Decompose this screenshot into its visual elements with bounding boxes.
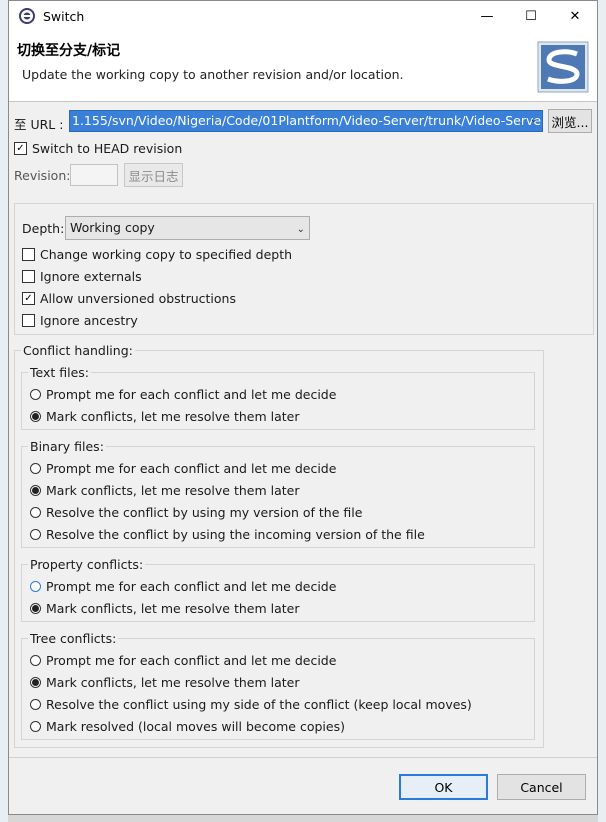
cancel-button[interactable]: Cancel [497,774,586,800]
tree-mark-radio[interactable]: Mark conflicts, let me resolve them late… [30,675,299,690]
checkbox-box [22,248,35,261]
radio-circle [30,411,41,422]
title-bar[interactable]: Switch — ☐ ✕ [9,1,597,31]
radio-circle [30,529,41,540]
radio-label: Mark resolved (local moves will become c… [46,719,345,734]
radio-label: Prompt me for each conflict and let me d… [46,387,337,402]
close-icon: ✕ [569,8,581,24]
revision-label: Revision: [14,168,71,183]
binary-files-title: Binary files: [28,439,106,454]
chevron-down-icon[interactable]: ⌄ [530,114,538,125]
radio-label: Resolve the conflict by using the incomi… [46,527,425,542]
minimize-button[interactable]: — [465,1,509,31]
ignore-ancestry-label: Ignore ancestry [40,313,138,328]
tree-mine-radio[interactable]: Resolve the conflict using my side of th… [30,697,472,712]
chevron-down-icon: ⌄ [296,224,305,235]
close-button[interactable]: ✕ [553,1,597,31]
tree-resolved-radio[interactable]: Mark resolved (local moves will become c… [30,719,345,734]
change-depth-checkbox[interactable]: Change working copy to specified depth [22,247,292,262]
ignore-ancestry-checkbox[interactable]: Ignore ancestry [22,313,138,328]
property-conflicts-title: Property conflicts: [28,557,146,572]
text-mark-radio[interactable]: Mark conflicts, let me resolve them late… [30,409,299,424]
binary-mark-radio[interactable]: Mark conflicts, let me resolve them late… [30,483,299,498]
binary-prompt-radio[interactable]: Prompt me for each conflict and let me d… [30,461,336,476]
ok-button[interactable]: OK [399,774,488,800]
radio-circle [30,389,41,400]
switch-to-head-checkbox[interactable]: ✓ Switch to HEAD revision [14,141,182,156]
radio-label: Mark conflicts, let me resolve them late… [46,675,300,690]
checkbox-box [22,270,35,283]
tree-conflicts-title: Tree conflicts: [28,631,119,646]
radio-label: Prompt me for each conflict and let me d… [46,461,337,476]
eclipse-icon [19,8,35,24]
maximize-icon: ☐ [525,8,537,24]
svn-switch-icon [537,41,589,93]
radio-circle [30,677,41,688]
banner-title: 切换至分支/标记 [17,43,121,59]
minimize-icon: — [480,8,494,24]
allow-unversioned-checkbox[interactable]: ✓ Allow unversioned obstructions [22,291,236,306]
radio-circle [30,721,41,732]
radio-circle [30,507,41,518]
property-mark-radio[interactable]: Mark conflicts, let me resolve them late… [30,601,299,616]
text-prompt-radio[interactable]: Prompt me for each conflict and let me d… [30,387,336,402]
revision-input[interactable] [70,164,118,186]
depth-select[interactable]: Working copy ⌄ [65,216,310,240]
url-label: 至 URL : [14,117,64,132]
radio-label: Mark conflicts, let me resolve them late… [46,409,300,424]
text-files-title: Text files: [28,365,92,380]
checkbox-box: ✓ [22,292,35,305]
allow-unversioned-label: Allow unversioned obstructions [40,291,236,306]
background-app-left [0,0,8,822]
depth-selected-value: Working copy [70,220,155,235]
radio-circle [30,485,41,496]
conflict-handling-title: Conflict handling: [21,343,135,358]
binary-incoming-radio[interactable]: Resolve the conflict by using the incomi… [30,527,425,542]
checkbox-box: ✓ [14,142,27,155]
switch-to-head-label: Switch to HEAD revision [32,141,183,156]
show-log-button[interactable]: 显示日志 [124,163,183,187]
url-value: 1.155/svn/Video/Nigeria/Code/01Plantform… [70,111,542,131]
url-combobox[interactable]: 1.155/svn/Video/Nigeria/Code/01Plantform… [69,110,543,132]
switch-dialog: Switch — ☐ ✕ 切换至分支/标记 Update the working… [8,0,598,815]
radio-label: Resolve the conflict by using my version… [46,505,363,520]
banner-description: Update the working copy to another revis… [22,67,404,82]
radio-circle [30,699,41,710]
browse-button[interactable]: 浏览... [548,109,592,133]
header-banner: 切换至分支/标记 Update the working copy to anot… [9,31,597,102]
window-title: Switch [43,8,85,24]
maximize-button[interactable]: ☐ [509,1,553,31]
ignore-externals-checkbox[interactable]: Ignore externals [22,269,142,284]
radio-circle [30,603,41,614]
ignore-externals-label: Ignore externals [40,269,142,284]
radio-circle [30,655,41,666]
footer-divider [9,757,597,758]
radio-circle [30,463,41,474]
binary-mine-radio[interactable]: Resolve the conflict by using my version… [30,505,362,520]
radio-label: Mark conflicts, let me resolve them late… [46,601,300,616]
radio-circle [30,581,41,592]
property-prompt-radio[interactable]: Prompt me for each conflict and let me d… [30,579,336,594]
change-depth-label: Change working copy to specified depth [40,247,293,262]
checkbox-box [22,314,35,327]
radio-label: Mark conflicts, let me resolve them late… [46,483,300,498]
radio-label: Prompt me for each conflict and let me d… [46,653,337,668]
tree-prompt-radio[interactable]: Prompt me for each conflict and let me d… [30,653,336,668]
background-app-right [598,0,606,822]
radio-label: Resolve the conflict using my side of th… [46,697,472,712]
radio-label: Prompt me for each conflict and let me d… [46,579,337,594]
depth-label: Depth: [22,221,65,236]
